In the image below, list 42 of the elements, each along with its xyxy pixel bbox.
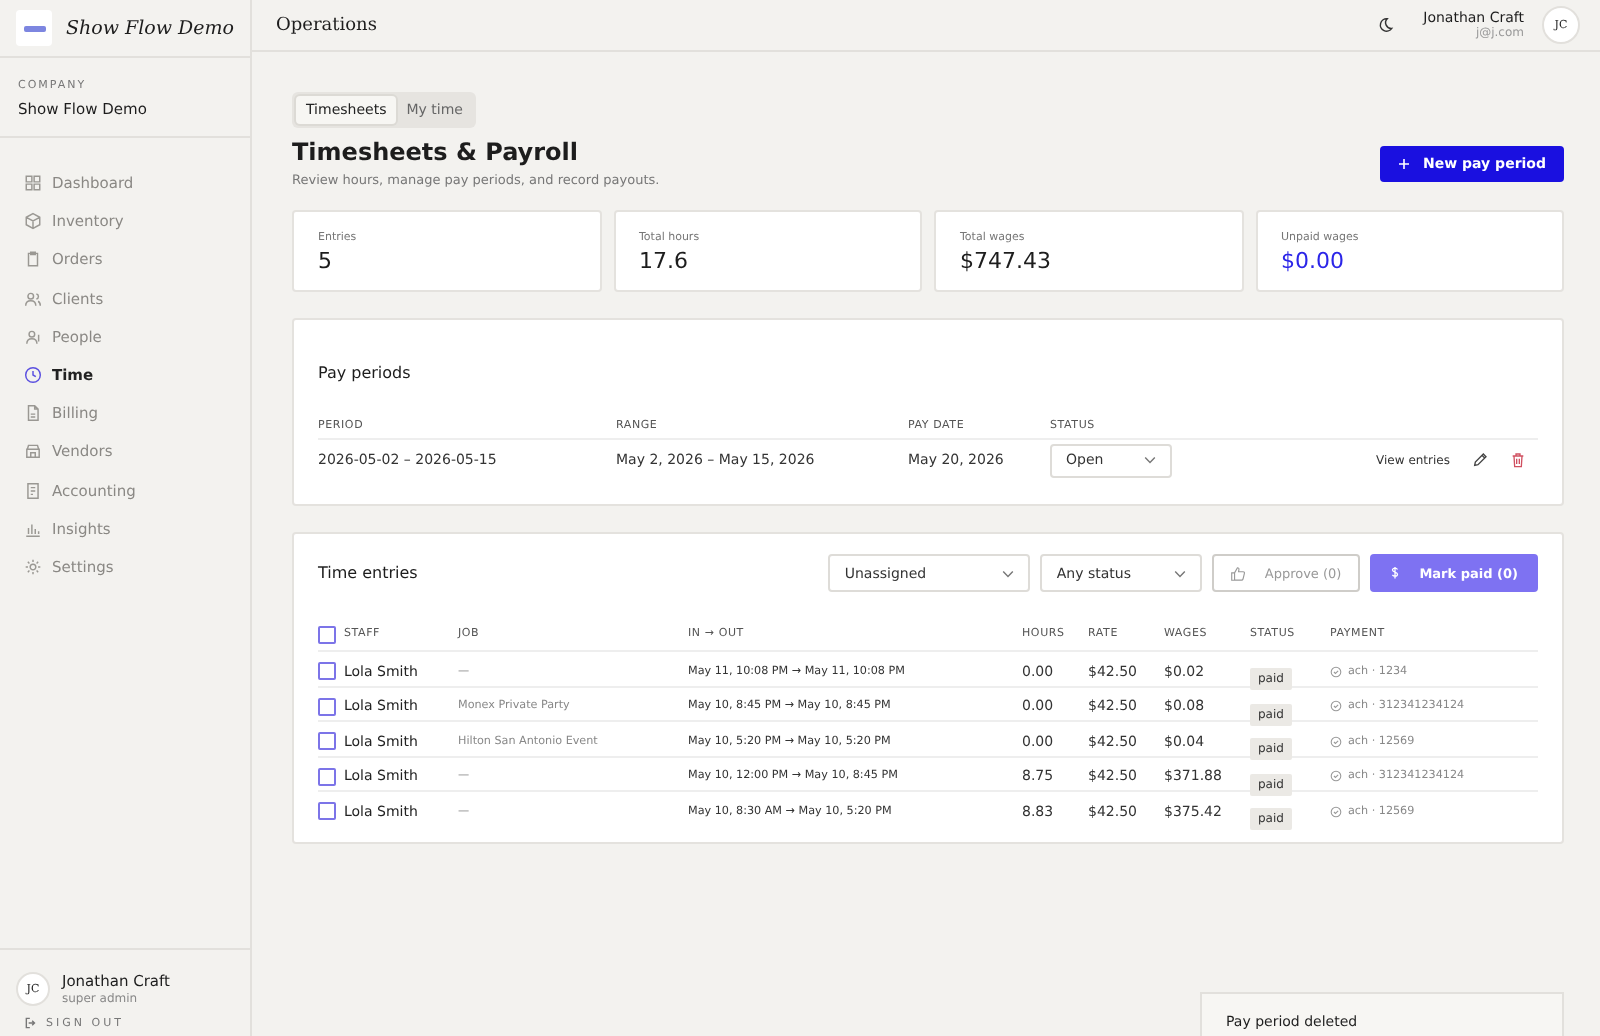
row-checkbox[interactable] <box>318 697 336 715</box>
section-title: Pay periods <box>318 364 411 382</box>
check-circle-icon <box>1330 665 1342 677</box>
chevron-down-icon <box>1174 569 1187 577</box>
exit-icon <box>24 1016 38 1030</box>
check-circle-icon <box>1330 735 1342 747</box>
check-circle-icon <box>1330 805 1342 817</box>
bar-chart-icon <box>24 519 42 538</box>
row-checkbox[interactable] <box>318 662 336 680</box>
thumbs-up-icon <box>1230 565 1247 581</box>
logo-icon <box>16 10 52 46</box>
stat-value: 17.6 <box>639 248 690 274</box>
clipboard-icon <box>24 250 42 269</box>
users-icon <box>24 289 42 308</box>
stat-value: 5 <box>318 248 334 274</box>
chevron-down-icon <box>1002 569 1015 577</box>
stat-value: $747.43 <box>960 248 1053 274</box>
row-checkbox[interactable] <box>318 767 336 785</box>
chevron-down-icon <box>1144 456 1156 464</box>
cube-icon <box>24 212 42 231</box>
stat-value: $0.00 <box>1281 248 1346 274</box>
document-icon <box>24 404 42 423</box>
row-checkbox[interactable] <box>318 732 336 750</box>
page-header-title: Operations <box>276 15 377 35</box>
section-title: Time entries <box>318 564 418 582</box>
clock-icon <box>24 366 42 385</box>
trash-icon[interactable] <box>1510 452 1526 468</box>
check-circle-icon <box>1330 700 1342 712</box>
row-checkbox[interactable] <box>318 802 336 820</box>
store-icon <box>24 442 42 461</box>
moon-icon[interactable] <box>1375 16 1394 34</box>
brand-name: Show Flow Demo <box>66 17 234 39</box>
check-circle-icon <box>1330 770 1342 782</box>
select-all-checkbox[interactable] <box>318 625 336 643</box>
grid-icon <box>24 174 42 193</box>
page-title: Timesheets & Payroll <box>292 138 581 166</box>
settings-icon <box>24 557 42 576</box>
ledger-icon <box>24 481 42 500</box>
person-icon <box>24 327 42 346</box>
plus-icon <box>1397 157 1410 169</box>
dollar-icon <box>1389 566 1400 580</box>
pencil-icon[interactable] <box>1472 452 1488 468</box>
